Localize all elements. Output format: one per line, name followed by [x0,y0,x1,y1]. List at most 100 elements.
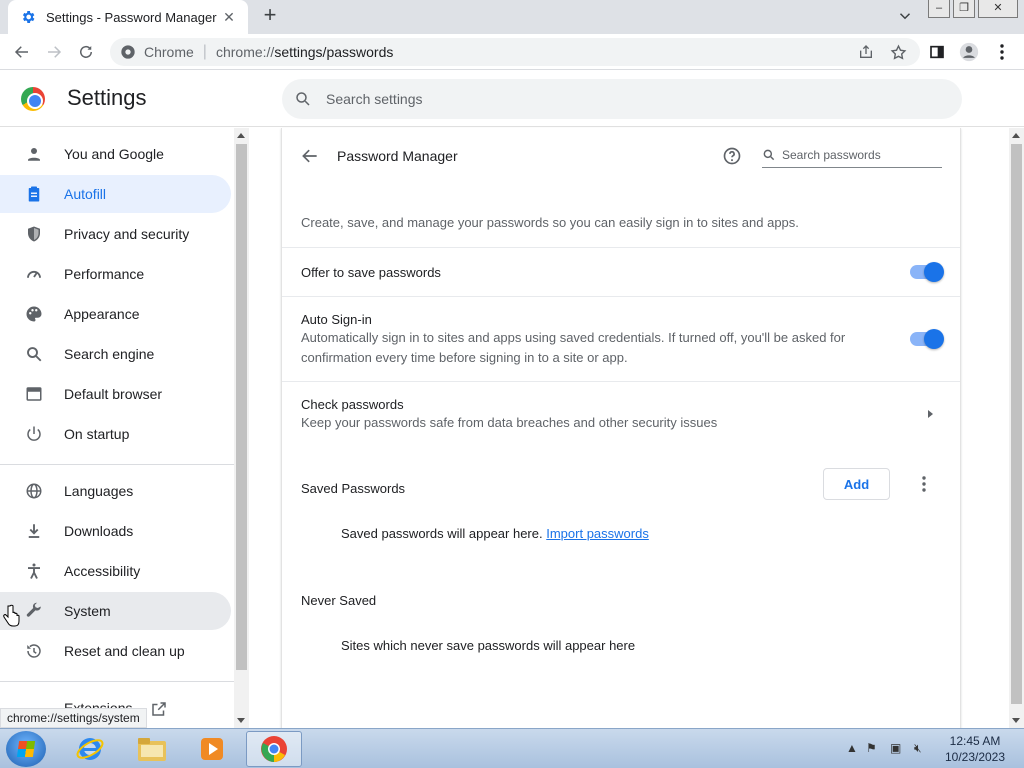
taskbar-explorer[interactable] [124,731,180,767]
offer-save-label: Offer to save passwords [301,265,441,280]
import-passwords-link[interactable]: Import passwords [546,526,649,541]
system-clock[interactable]: 12:45 AM 10/23/2023 [940,733,1010,765]
history-icon [24,641,44,661]
reload-icon [80,45,92,58]
browser-window-icon [24,384,44,404]
search-placeholder: Search passwords [782,147,881,162]
clock-date: 10/23/2023 [944,750,1006,764]
forward-button[interactable] [44,42,64,62]
sidebar-item-privacy[interactable]: Privacy and security [0,215,231,253]
taskbar-chrome[interactable] [246,731,302,767]
add-password-button[interactable]: Add [823,468,890,500]
help-icon[interactable] [722,146,742,166]
chevron-down-icon[interactable] [896,7,914,25]
sidebar-item-label: Performance [64,266,145,282]
globe-icon [24,481,44,501]
chevron-right-icon[interactable] [928,410,933,418]
accessibility-icon [24,561,44,581]
sidebar-item-label: Default browser [64,386,163,402]
auto-signin-description: Automatically sign in to sites and apps … [301,330,846,365]
sidebar-item-label: System [64,603,111,619]
arrow-right-icon [48,46,62,58]
tab-strip: Settings - Password Manager ✕ + – ❐ ✕ [0,0,1024,34]
saved-passwords-title: Saved Passwords [301,481,406,496]
check-passwords-label[interactable]: Check passwords [301,397,404,412]
chrome-logo [21,87,45,111]
auto-signin-label: Auto Sign-in [301,312,372,327]
close-tab-icon[interactable]: ✕ [220,9,238,26]
never-saved-empty: Sites which never save passwords will ap… [341,638,636,653]
minimize-button[interactable]: – [928,0,950,18]
share-icon [860,45,872,58]
star-icon [890,43,906,60]
profile-button[interactable] [959,42,979,62]
page-title: Settings [67,85,147,110]
search-icon [296,92,310,106]
sidebar-item-label: On startup [64,426,130,442]
chrome-icon [121,45,135,59]
bookmark-button[interactable] [888,42,908,62]
search-icon [763,149,775,160]
sidebar-item-label: You and Google [64,146,164,162]
more-actions-icon[interactable] [916,474,932,494]
reload-button[interactable] [76,42,96,62]
saved-passwords-empty: Saved passwords will appear here. Import… [341,526,649,541]
row-divider [282,296,960,297]
sidebar-item-accessibility[interactable]: Accessibility [0,552,231,590]
sidebar-item-you-and-google[interactable]: You and Google [0,135,231,173]
address-bar[interactable]: Chrome | chrome://settings/passwords [110,38,920,66]
sidebar-item-default-browser[interactable]: Default browser [0,375,231,413]
check-passwords-description: Keep your passwords safe from data breac… [301,415,718,430]
sidebar-item-label: Autofill [64,186,107,202]
clipboard-icon [24,184,44,204]
share-button[interactable] [856,42,876,62]
search-placeholder: Search settings [326,91,423,107]
sidebar-item-on-startup[interactable]: On startup [0,415,231,453]
sidebar-item-search-engine[interactable]: Search engine [0,335,231,373]
restore-button[interactable]: ❐ [953,0,975,18]
sidebar-item-downloads[interactable]: Downloads [0,512,231,550]
taskbar-ie[interactable] [62,731,118,767]
main-scrollbar[interactable] [1009,128,1024,728]
sidebar-item-label: Appearance [64,306,140,322]
settings-header: Settings Search settings [0,71,1024,127]
close-window-button[interactable]: ✕ [978,0,1018,18]
taskbar: ▲ ⚑ ▣ 🔇︎ 12:45 AM 10/23/2023 [0,728,1024,768]
shield-icon [24,224,44,244]
gear-icon [22,11,35,23]
sidebar-item-autofill[interactable]: Autofill [0,175,231,213]
taskbar-media-player[interactable] [184,731,240,767]
kebab-menu-icon [1000,44,1004,60]
offer-save-toggle[interactable] [910,262,944,282]
start-button[interactable] [6,731,46,767]
clock-time: 12:45 AM [949,734,1001,748]
volume-muted-icon[interactable]: 🔇︎ [914,741,922,756]
search-icon [24,344,44,364]
password-search-input[interactable]: Search passwords [762,142,942,168]
status-bubble: chrome://settings/system [0,708,147,728]
sidebar-item-reset[interactable]: Reset and clean up [0,632,231,670]
sidebar-divider [0,681,234,682]
side-panel-button[interactable] [927,42,947,62]
tray-expand-icon[interactable]: ▲ [846,741,858,755]
site-label: Chrome [144,44,194,60]
tab-settings[interactable]: Settings - Password Manager ✕ [8,0,248,34]
settings-search-input[interactable]: Search settings [282,79,962,119]
back-button[interactable] [12,42,32,62]
arrow-back-icon[interactable] [300,146,320,166]
action-center-icon[interactable]: ⚑ [866,741,877,755]
url-text: chrome://settings/passwords [215,44,394,60]
auto-signin-toggle[interactable] [910,329,944,349]
sidebar-item-label: Privacy and security [64,226,190,242]
network-icon[interactable]: ▣ [890,741,901,755]
new-tab-button[interactable]: + [258,4,282,28]
sidebar-scrollbar[interactable] [234,128,249,728]
sidebar-item-appearance[interactable]: Appearance [0,295,231,333]
sidebar-item-system[interactable]: System [0,592,231,630]
sidebar-item-performance[interactable]: Performance [0,255,231,293]
sidebar-item-languages[interactable]: Languages [0,472,231,510]
sidebar-item-label: Downloads [64,523,134,539]
browser-toolbar: Chrome | chrome://settings/passwords [0,34,1024,70]
chrome-icon [261,736,287,762]
menu-button[interactable] [992,42,1012,62]
